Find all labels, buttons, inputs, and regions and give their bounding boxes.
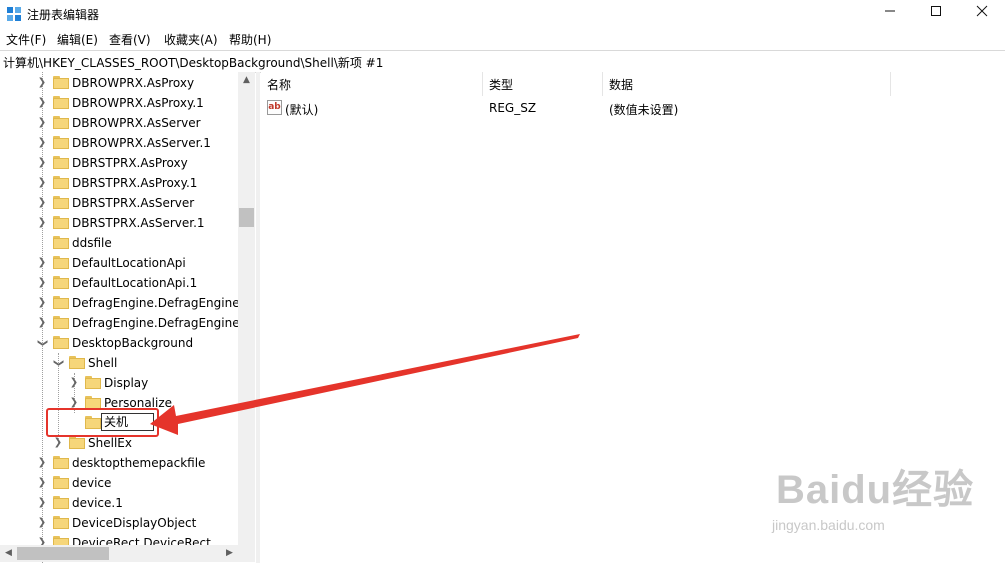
watermark-site: jingyan.baidu.com	[772, 517, 885, 533]
baidu-watermark: Baidu经验 jingyan.baidu.com	[772, 457, 975, 533]
watermark-brand: Baidu经验	[776, 468, 975, 512]
